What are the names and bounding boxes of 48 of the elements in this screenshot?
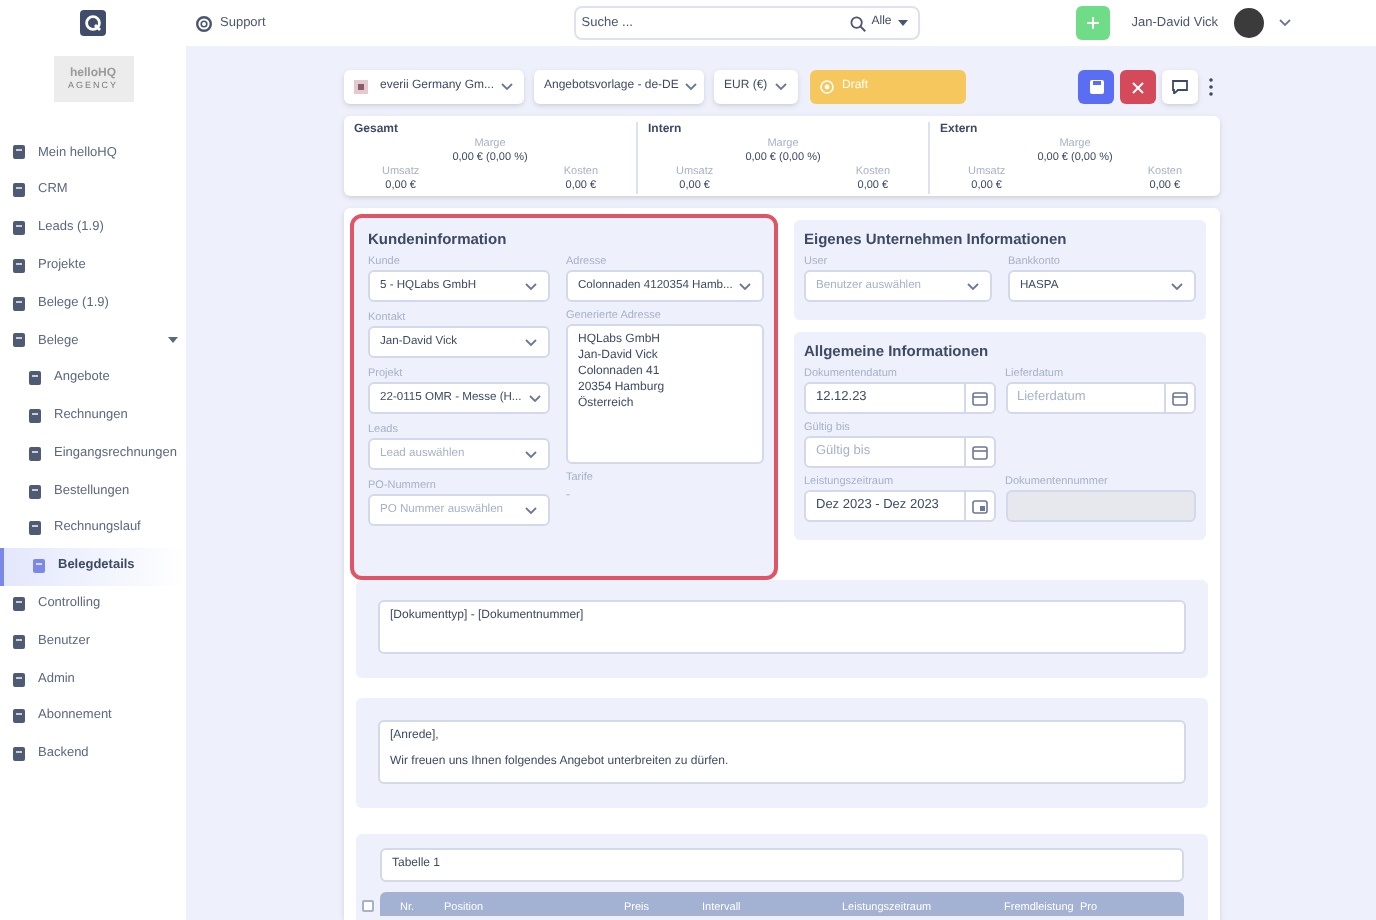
caret-icon	[897, 20, 908, 26]
search-icon	[849, 15, 866, 31]
document-icon	[12, 708, 26, 725]
document-icon	[28, 483, 42, 500]
close-button[interactable]	[1120, 70, 1156, 104]
circle-icon	[820, 80, 834, 94]
document-icon	[12, 595, 26, 612]
chevron-down-icon	[524, 505, 538, 515]
chevron-down-icon	[966, 281, 980, 291]
document-icon	[12, 332, 26, 349]
chevron-down-icon	[738, 281, 753, 291]
document-icon	[12, 295, 26, 312]
document-icon	[28, 520, 42, 537]
chevron-down-icon	[527, 393, 542, 403]
document-icon	[12, 257, 26, 274]
logo-icon	[80, 10, 106, 36]
chevron-down-icon	[1170, 281, 1184, 291]
chevron-down-icon	[524, 449, 538, 459]
plus-icon	[1085, 16, 1100, 30]
document-icon	[12, 182, 26, 199]
document-icon	[28, 445, 42, 462]
calendar-icon	[1172, 390, 1188, 406]
chevron-down-icon	[1278, 18, 1293, 28]
document-icon	[32, 558, 46, 575]
checkbox[interactable]	[362, 900, 374, 912]
calendar-range-icon	[971, 498, 987, 514]
avatar[interactable]	[1234, 8, 1265, 38]
chevron-down-icon	[774, 82, 788, 92]
document-icon	[12, 671, 26, 688]
close-icon	[1132, 81, 1144, 93]
document-icon	[12, 144, 26, 161]
chevron-down-icon	[524, 281, 538, 291]
chevron-down-icon	[684, 82, 699, 92]
more-icon	[1208, 78, 1214, 96]
document-icon	[28, 370, 42, 387]
document-icon	[12, 219, 26, 236]
document-icon	[28, 407, 42, 424]
flag-icon	[354, 80, 368, 94]
chevron-down-icon	[524, 337, 538, 347]
comment-button[interactable]	[1162, 70, 1198, 104]
calendar-icon	[971, 390, 987, 406]
save-button[interactable]	[1078, 70, 1114, 104]
document-icon	[12, 746, 26, 763]
chevron-down-icon	[500, 82, 514, 92]
speech-bubble-icon	[1172, 80, 1188, 94]
lifebuoy-icon	[196, 15, 212, 31]
calendar-icon	[971, 444, 987, 460]
document-icon	[12, 633, 26, 650]
